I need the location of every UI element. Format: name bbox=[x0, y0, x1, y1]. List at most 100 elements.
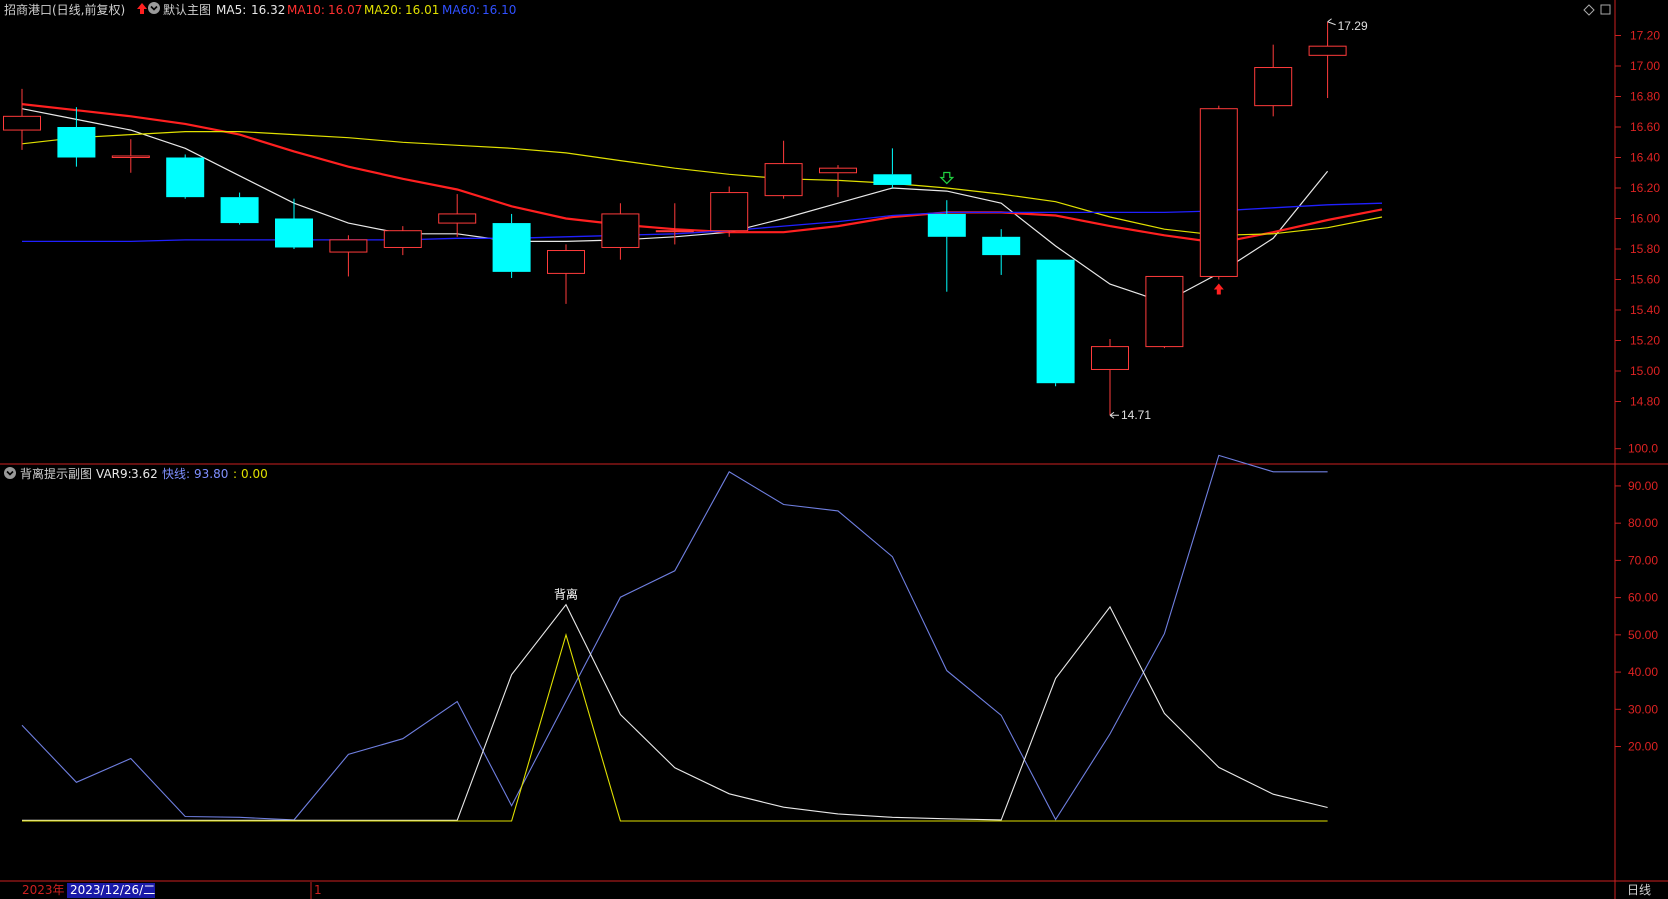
stock-title[interactable]: 招商港口(日线,前复权) bbox=[4, 2, 125, 17]
fast-label: 快线: bbox=[162, 467, 190, 481]
candle bbox=[111, 139, 150, 173]
y-tick-label: 16.80 bbox=[1630, 90, 1660, 104]
candle-body-up bbox=[547, 250, 585, 274]
candle-body-up bbox=[1199, 108, 1238, 277]
stock-chart[interactable]: 招商港口(日线,前复权) 默认主图 MA5: 16.32 MA10: 16.07… bbox=[0, 0, 1668, 899]
candle bbox=[601, 203, 640, 260]
candle bbox=[1254, 44, 1293, 117]
footer-date[interactable]: 2023/12/26/二 bbox=[70, 883, 155, 897]
candle-body-down bbox=[492, 223, 531, 272]
candle bbox=[655, 203, 694, 245]
red-up-arrow-icon[interactable] bbox=[137, 3, 147, 14]
candle-body-down bbox=[873, 174, 912, 185]
candle bbox=[275, 198, 313, 249]
candle bbox=[492, 213, 531, 278]
candle bbox=[927, 200, 966, 292]
ma5-value: 16.32 bbox=[251, 3, 285, 17]
y-tick-label: 16.60 bbox=[1630, 120, 1660, 134]
candle-body-up bbox=[111, 155, 150, 159]
high-annotation: 17.29 bbox=[1338, 19, 1368, 33]
candle bbox=[438, 194, 477, 237]
ma20-label: MA20: bbox=[364, 3, 402, 17]
extra-label: : bbox=[233, 467, 237, 481]
ma10-value: 16.07 bbox=[328, 3, 362, 17]
main-header: 招商港口(日线,前复权) 默认主图 MA5: 16.32 MA10: 16.07… bbox=[4, 2, 516, 17]
fast-value: 93.80 bbox=[194, 467, 228, 481]
y-tick-label: 16.40 bbox=[1630, 151, 1660, 165]
y-tick-label: 15.00 bbox=[1630, 364, 1660, 378]
y-tick-label: 16.00 bbox=[1630, 212, 1660, 226]
y-tick-label: 14.80 bbox=[1630, 395, 1660, 409]
candle bbox=[1145, 275, 1184, 349]
y-tick-label: 15.80 bbox=[1630, 242, 1660, 256]
y-tick-label: 80.00 bbox=[1628, 516, 1658, 530]
ma60-value: 16.10 bbox=[482, 3, 516, 17]
circle-chevron-icon[interactable] bbox=[4, 467, 16, 479]
ma60-label: MA60: bbox=[442, 3, 480, 17]
var9-value: 3.62 bbox=[131, 467, 158, 481]
candle-body-down bbox=[275, 218, 313, 248]
ma10-label: MA10: bbox=[287, 3, 325, 17]
candle bbox=[220, 192, 259, 225]
green-down-arrow-icon bbox=[939, 171, 955, 185]
candle bbox=[1199, 105, 1238, 280]
template-name[interactable]: 默认主图 bbox=[163, 2, 211, 17]
circle-chevron-icon[interactable] bbox=[148, 2, 160, 14]
candle-body-down bbox=[1036, 259, 1075, 384]
candle bbox=[166, 154, 205, 199]
sub-header: 背离提示副图 VAR9: 3.62 快线: 93.80 : 0.00 bbox=[4, 466, 268, 481]
candle-body-down bbox=[166, 157, 205, 198]
candle-body-up bbox=[438, 213, 477, 224]
candle-body-up bbox=[764, 163, 803, 197]
y-tick-label: 60.00 bbox=[1628, 591, 1658, 605]
candle bbox=[1308, 21, 1347, 99]
red-up-arrow-icon bbox=[1213, 283, 1224, 295]
candle-body-up bbox=[1254, 67, 1293, 107]
main-price-pane[interactable]: 17.20 17.00 16.80 16.60 16.40 16.20 16.00 15.80… bbox=[3, 18, 1661, 422]
candle bbox=[982, 229, 1021, 275]
y-tick-label: 30.00 bbox=[1628, 702, 1658, 716]
y-tick-label: 50.00 bbox=[1628, 628, 1658, 642]
y-tick-label: 70.00 bbox=[1628, 553, 1658, 567]
candle bbox=[57, 107, 96, 167]
candle-body-up bbox=[329, 239, 368, 253]
series-line-fast bbox=[21, 454, 1328, 821]
footer-year: 2023年 bbox=[22, 883, 65, 897]
candle-body-up bbox=[710, 192, 749, 232]
period-selector[interactable]: 日线 bbox=[1627, 883, 1651, 897]
candle-body-down bbox=[220, 197, 259, 224]
square-icon[interactable] bbox=[1600, 4, 1611, 15]
var9-label: VAR9: bbox=[96, 467, 132, 481]
footer: 2023年 2023/12/26/二 1 日线 bbox=[22, 882, 1651, 899]
y-tick-label: 40.00 bbox=[1628, 665, 1658, 679]
candle-body-down bbox=[982, 236, 1021, 256]
low-annotation: 14.71 bbox=[1121, 408, 1151, 422]
candle-body-up bbox=[383, 230, 422, 248]
candle bbox=[710, 186, 749, 237]
series-line-var9 bbox=[22, 603, 1328, 821]
series-line-signal bbox=[22, 632, 1328, 822]
candle-body-up bbox=[1145, 275, 1184, 348]
high-pointer bbox=[1327, 18, 1336, 26]
diamond-icon[interactable] bbox=[1583, 4, 1595, 16]
y-tick-label: 15.40 bbox=[1630, 303, 1660, 317]
y-tick-label: 20.00 bbox=[1628, 740, 1658, 754]
y-tick-label: 100.0 bbox=[1628, 442, 1658, 456]
candle-body-up bbox=[655, 230, 694, 233]
candle-body-down bbox=[927, 213, 966, 237]
candle bbox=[764, 140, 803, 199]
extra-value: 0.00 bbox=[241, 467, 268, 481]
candle bbox=[1091, 338, 1129, 416]
sub-title[interactable]: 背离提示副图 bbox=[20, 466, 92, 481]
y-tick-label: 15.20 bbox=[1630, 334, 1660, 348]
y-tick-label: 15.60 bbox=[1630, 273, 1660, 287]
candle bbox=[1036, 259, 1075, 387]
footer-marker: 1 bbox=[314, 883, 322, 897]
candle bbox=[3, 88, 41, 150]
candle bbox=[873, 148, 912, 188]
divergence-indicator-pane[interactable]: 100.0 90.00 80.00 70.00 60.00 50.00 40.00 30.00… bbox=[21, 442, 1658, 822]
ma20-value: 16.01 bbox=[405, 3, 439, 17]
low-pointer bbox=[1109, 411, 1119, 419]
candle-body-up bbox=[1091, 346, 1129, 370]
candle-body-up bbox=[3, 115, 41, 131]
